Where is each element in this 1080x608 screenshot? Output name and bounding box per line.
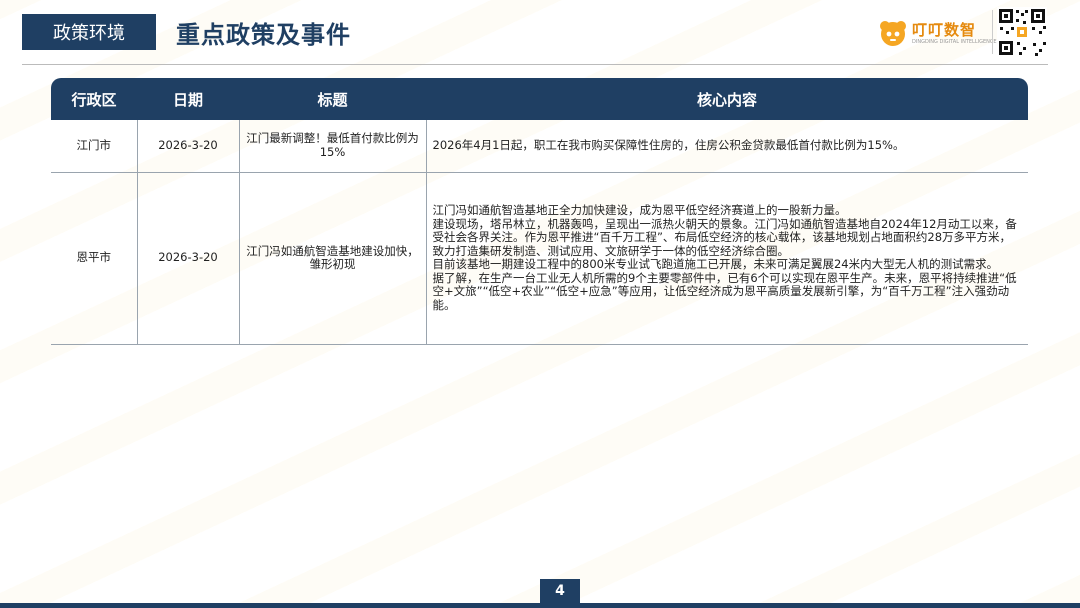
table-row: 江门市 2026-3-20 江门最新调整！最低首付款比例为15% 2026年4月… (51, 120, 1028, 173)
header-divider (992, 10, 993, 54)
content-paragraph: 2026年4月1日起，职工在我市购买保障性住房的，住房公积金贷款最低首付款比例为… (432, 138, 905, 152)
column-header-title: 标题 (239, 78, 426, 120)
page-number: 4 (540, 579, 580, 603)
cell-content: 2026年4月1日起，职工在我市购买保障性住房的，住房公积金贷款最低首付款比例为… (426, 120, 1028, 173)
qr-code-icon (997, 7, 1047, 57)
logo-subtitle: DINGDING DIGITAL INTELLIGENCE (912, 39, 997, 45)
logo-name: 叮叮数智 (912, 21, 977, 39)
table-row: 恩平市 2026-3-20 江门冯如通航智造基地建设加快，雏形初现 江门冯如通航… (51, 172, 1028, 345)
content-paragraph: 江门冯如通航智造基地正全力加快建设，成为恩平低空经济赛道上的一股新力量。 (432, 203, 847, 217)
cell-district: 江门市 (51, 120, 138, 173)
cell-content: 江门冯如通航智造基地正全力加快建设，成为恩平低空经济赛道上的一股新力量。 建设现… (426, 172, 1028, 345)
table-header-row: 行政区 日期 标题 核心内容 (51, 78, 1028, 120)
footer-bar (0, 603, 1080, 608)
content-paragraph: 建设现场，塔吊林立，机器轰鸣，呈现出一派热火朝天的景象。江门冯如通航智造基地自2… (432, 216, 1017, 258)
cell-date: 2026-3-20 (137, 120, 240, 173)
content-paragraph: 据了解，在生产一台工业无人机所需的9个主要零部件中，已有6个可以实现在恩平生产。… (432, 270, 1017, 312)
logo-icon (880, 21, 906, 46)
policy-table: 行政区 日期 标题 核心内容 江门市 2026-3-20 江门最新调整！最低首付… (51, 78, 1028, 345)
section-tag-label: 政策环境 (53, 23, 125, 44)
cell-date: 2026-3-20 (137, 172, 240, 345)
column-header-content: 核心内容 (426, 78, 1028, 120)
section-tag: 政策环境 (22, 14, 156, 50)
cell-title: 江门冯如通航智造基地建设加快，雏形初现 (239, 172, 427, 345)
cell-title: 江门最新调整！最低首付款比例为15% (239, 120, 427, 173)
page-title: 重点政策及事件 (176, 20, 351, 49)
content-paragraph: 目前该基地一期建设工程中的800米专业试飞跑道施工已开展，未来可满足翼展24米内… (432, 257, 999, 271)
cell-district: 恩平市 (51, 172, 138, 345)
header-rule (22, 64, 1048, 65)
column-header-district: 行政区 (51, 78, 137, 120)
brand-logo: 叮叮数智 DINGDING DIGITAL INTELLIGENCE (878, 16, 997, 52)
column-header-date: 日期 (137, 78, 239, 120)
